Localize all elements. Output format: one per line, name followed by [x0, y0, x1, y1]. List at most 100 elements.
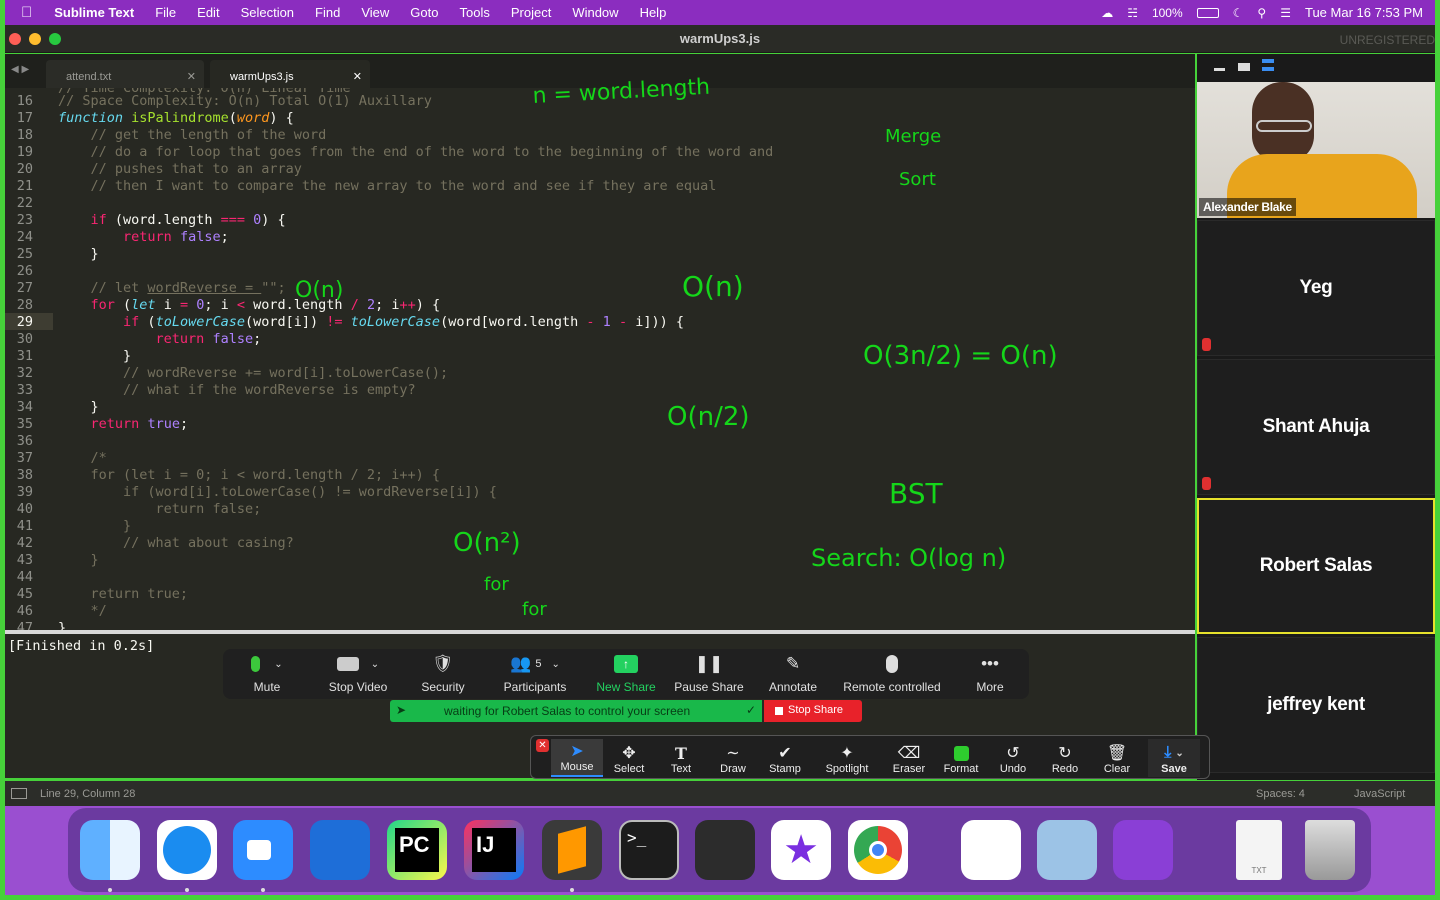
chrome-icon[interactable] [848, 820, 908, 880]
close-annotation-icon[interactable]: ✕ [536, 739, 549, 752]
menu-file[interactable]: File [155, 5, 176, 20]
menu-help[interactable]: Help [640, 5, 667, 20]
line-number: 35 [16, 416, 33, 432]
mute-button[interactable]: ⌄ Mute [241, 649, 293, 699]
tab-warmups3[interactable]: warmUps3.js ✕ [210, 60, 370, 88]
close-tab-icon[interactable]: ✕ [187, 70, 196, 83]
numbers-icon[interactable] [961, 820, 1021, 880]
cloud-icon[interactable]: ☁ [1101, 6, 1113, 20]
pause-share-button[interactable]: ❚❚ Pause Share [669, 649, 749, 699]
menu-app-name[interactable]: Sublime Text [54, 5, 134, 20]
menu-find[interactable]: Find [315, 5, 340, 20]
menu-window[interactable]: Window [572, 5, 618, 20]
sublime-text-icon[interactable] [542, 820, 602, 880]
trash-icon[interactable] [1305, 820, 1355, 880]
xcode-icon[interactable] [310, 820, 370, 880]
pause-icon: ❚❚ [694, 654, 724, 673]
menu-tools[interactable]: Tools [459, 5, 489, 20]
tab-attend[interactable]: attend.txt ✕ [46, 60, 204, 88]
calculator-icon[interactable] [695, 820, 755, 880]
zoom-gallery[interactable]: Alexander Blake Yeg Shant Ahuja Robert S… [1197, 54, 1435, 780]
menu-view[interactable]: View [361, 5, 389, 20]
remote-control-banner: ➤ waiting for Robert Salas to control yo… [390, 700, 762, 722]
security-label: Security [421, 680, 465, 694]
mouse-tool[interactable]: ➤ Mouse [551, 739, 603, 777]
minimize-gallery-icon[interactable] [1214, 68, 1225, 71]
video-tile-jeffrey[interactable]: jeffrey kent [1197, 637, 1435, 773]
new-share-button[interactable]: ↑ New Share [591, 649, 661, 699]
clock[interactable]: Tue Mar 16 7:53 PM [1305, 5, 1423, 20]
participants-button[interactable]: 👥 5 ⌄ Participants [495, 649, 575, 699]
format-tool[interactable]: Format [935, 739, 987, 777]
indentation-setting[interactable]: Spaces: 4 [1256, 788, 1305, 800]
save-button[interactable]: ⤓ ⌄ Save [1148, 739, 1200, 777]
single-view-icon[interactable] [1238, 63, 1250, 71]
moon-icon[interactable]: ☾ [1233, 6, 1244, 20]
annotate-button[interactable]: ✎ Annotate [761, 649, 825, 699]
code-line: // do a for loop that goes from the end … [90, 144, 774, 160]
trash-icon: 🗑 [1106, 745, 1128, 762]
screen:  Sublime Text File Edit Selection Find … [5, 0, 1435, 895]
terminal-icon[interactable]: >_ [619, 820, 679, 880]
stop-video-button[interactable]: ⌄ Stop Video [318, 649, 398, 699]
remote-controlled-label: Remote controlled [843, 680, 941, 694]
panel-toggle-icon[interactable] [11, 788, 27, 799]
pencil-icon: ✎ [785, 654, 801, 673]
security-button[interactable]: 🛡 Security [413, 649, 473, 699]
code-line: // what if the wordReverse is empty? [123, 382, 416, 398]
imovie-icon[interactable]: ★ [771, 820, 831, 880]
text-icon: T [675, 743, 687, 763]
control-center-icon[interactable]: ☰ [1280, 6, 1291, 20]
shield-check-icon: ✓ [745, 703, 756, 717]
stop-share-button[interactable]: Stop Share [764, 700, 862, 722]
preview-icon[interactable] [1037, 820, 1097, 880]
video-tile-self[interactable]: Alexander Blake [1197, 82, 1435, 218]
intellij-icon[interactable]: IJ [464, 820, 524, 880]
eraser-tool[interactable]: ⌫ Eraser [883, 739, 935, 777]
pycharm-icon[interactable]: PC [387, 820, 447, 880]
zoom-app-icon[interactable] [233, 820, 293, 880]
finder-icon[interactable] [80, 820, 140, 880]
spotlight-tool[interactable]: ✦ Spotlight [821, 739, 873, 777]
github-desktop-icon[interactable] [1113, 820, 1173, 880]
annotate-label: Annotate [768, 680, 818, 694]
menu-selection[interactable]: Selection [241, 5, 294, 20]
menu-project[interactable]: Project [511, 5, 551, 20]
spotlight-search-icon[interactable]: ⚲ [1257, 6, 1266, 20]
video-tile-shant[interactable]: Shant Ahuja [1197, 359, 1435, 495]
microphone-icon: ⌄ [251, 653, 283, 675]
safari-icon[interactable] [157, 820, 217, 880]
participants-label: Participants [503, 680, 567, 694]
syntax-mode[interactable]: JavaScript [1354, 788, 1405, 800]
undo-button[interactable]: ↺ Undo [987, 739, 1039, 777]
line-number: 32 [16, 365, 33, 381]
select-tool[interactable]: ✥ Select [603, 739, 655, 777]
apple-icon[interactable]:  [21, 4, 32, 21]
text-file-icon[interactable]: TXT [1236, 820, 1282, 880]
close-tab-icon[interactable]: ✕ [353, 70, 362, 83]
cursor-position[interactable]: Line 29, Column 28 [40, 788, 135, 800]
video-tile-robert[interactable]: Robert Salas [1197, 498, 1435, 634]
menu-goto[interactable]: Goto [410, 5, 438, 20]
participant-name: Alexander Blake [1199, 198, 1296, 216]
more-button[interactable]: ••• More [965, 649, 1015, 699]
redo-button[interactable]: ↻ Redo [1039, 739, 1091, 777]
tab-nav-icon[interactable]: ◀ ▶ [11, 64, 29, 75]
battery-icon[interactable] [1196, 7, 1219, 18]
running-indicator [185, 888, 189, 892]
draw-tool[interactable]: ∼ Draw [707, 739, 759, 777]
code-editor[interactable]: // Time Complexity: O(n) Linear Time // … [5, 88, 1195, 634]
menu-edit[interactable]: Edit [197, 5, 219, 20]
remote-control-button[interactable]: Remote controlled [837, 649, 947, 699]
text-tool[interactable]: T Text [655, 739, 707, 777]
line-number: 40 [16, 501, 33, 517]
stamp-tool[interactable]: ✔ Stamp [759, 739, 811, 777]
wifi-icon[interactable]: ☵ [1127, 6, 1138, 20]
running-indicator [108, 888, 112, 892]
video-tile-yeg[interactable]: Yeg [1197, 220, 1435, 356]
redo-icon: ↻ [1058, 745, 1072, 762]
clear-button[interactable]: 🗑 Clear [1091, 739, 1143, 777]
share-screen-icon: ↑ [614, 653, 638, 675]
line-number: 20 [16, 161, 33, 177]
gallery-view-icon[interactable] [1262, 59, 1274, 71]
